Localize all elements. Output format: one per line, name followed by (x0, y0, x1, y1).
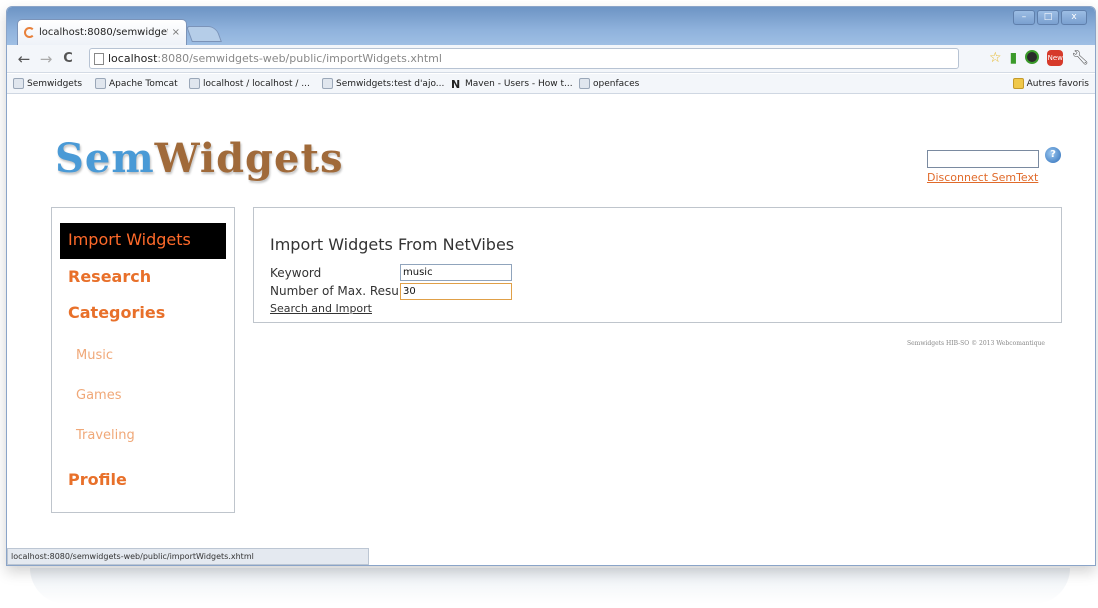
minimize-button[interactable]: – (1013, 10, 1035, 25)
bookmark-label: Semwidgets:test d'ajo... (336, 78, 445, 89)
tab-title: localhost:8080/semwidgets-w (39, 27, 168, 38)
sidebar-item-categories[interactable]: Categories (68, 303, 165, 322)
sidebar: Import Widgets Research Categories Music… (51, 207, 235, 513)
back-arrow-icon[interactable]: ← (13, 50, 35, 68)
maximize-button[interactable]: □ (1037, 10, 1059, 25)
globe-icon[interactable] (1025, 50, 1040, 64)
bookmark-apache-tomcat[interactable]: Apache Tomcat (95, 78, 178, 89)
new-tab-button[interactable] (186, 26, 222, 42)
sidebar-subitem-games[interactable]: Games (76, 388, 121, 403)
new-badge-icon[interactable]: New (1047, 50, 1064, 66)
semwidgets-favicon (13, 78, 24, 89)
n-icon: N (451, 78, 461, 91)
reload-icon[interactable]: C (57, 51, 79, 66)
navigation-toolbar: ← → C localhost:8080/semwidgets-web/publ… (7, 45, 1095, 73)
forward-arrow-icon[interactable]: → (35, 50, 57, 68)
page-icon (579, 78, 590, 89)
folder-icon (1012, 78, 1024, 89)
tomcat-icon (95, 78, 106, 89)
semwidgets-favicon (322, 78, 333, 89)
logo-sem: Sem (55, 135, 155, 182)
site-search-input[interactable] (927, 150, 1039, 168)
bookmark-label: Apache Tomcat (109, 78, 178, 89)
bookmark-semwidgets[interactable]: Semwidgets (13, 78, 82, 89)
tab-close-icon[interactable]: × (172, 27, 180, 38)
extension-icons: ☆ ▮ New 🔧︎ (989, 50, 1089, 66)
title-bar: localhost:8080/semwidgets-w × – □ x (7, 7, 1095, 45)
logo-widgets: Widgets (154, 135, 344, 182)
browser-tab[interactable]: localhost:8080/semwidgets-w × (17, 19, 187, 45)
sidebar-item-research[interactable]: Research (68, 267, 151, 286)
address-bar[interactable]: localhost:8080/semwidgets-web/public/imp… (89, 48, 959, 69)
other-bookmarks-label: Autres favoris (1026, 78, 1089, 89)
bookmark-label: Semwidgets (27, 78, 83, 89)
signal-bars-icon[interactable]: ▮ (1010, 50, 1018, 66)
sidebar-subitem-music[interactable]: Music (76, 348, 113, 363)
bookmark-label: localhost / localhost / ... (203, 78, 310, 89)
page-icon (94, 52, 104, 65)
bookmark-openfaces[interactable]: openfaces (579, 78, 639, 89)
semwidgets-favicon (24, 27, 35, 38)
import-panel: Import Widgets From NetVibes Keyword mus… (253, 207, 1062, 323)
sidebar-subitem-traveling[interactable]: Traveling (76, 428, 135, 443)
url-host: localhost (108, 52, 158, 65)
keyword-input[interactable]: music (400, 264, 512, 281)
bookmark-semwidgets-test[interactable]: Semwidgets:test d'ajo... (322, 78, 444, 89)
footer-text: Semwidgets HIB-SO © 2013 Webcomantique (907, 340, 1045, 347)
search-and-import-link[interactable]: Search and Import (270, 302, 372, 315)
page-title: Import Widgets From NetVibes (270, 235, 515, 254)
disconnect-link[interactable]: Disconnect SemText (927, 171, 1038, 184)
sidebar-item-profile[interactable]: Profile (68, 470, 127, 489)
sidebar-item-import-widgets[interactable]: Import Widgets (60, 223, 226, 259)
star-icon[interactable]: ☆ (989, 50, 1002, 66)
close-window-button[interactable]: x (1061, 10, 1087, 25)
window-reflection (30, 568, 1070, 604)
window-controls: – □ x (1013, 10, 1087, 25)
bookmark-label: Maven - Users - How t... (465, 78, 573, 89)
search-icon[interactable]: ? (1045, 147, 1061, 163)
keyword-label: Keyword (270, 266, 322, 280)
bookmark-maven[interactable]: N Maven - Users - How t... (451, 78, 573, 91)
bookmark-localhost[interactable]: localhost / localhost / ... (189, 78, 310, 89)
url-path: :8080/semwidgets-web/public/importWidget… (157, 52, 442, 65)
max-results-input[interactable]: 30 (400, 283, 512, 300)
phpmyadmin-icon (189, 78, 200, 89)
wrench-icon[interactable]: 🔧︎ (1071, 50, 1089, 66)
bookmarks-bar: Semwidgets Apache Tomcat localhost / loc… (7, 74, 1095, 94)
other-bookmarks[interactable]: Autres favoris (1012, 78, 1089, 89)
semwidgets-logo[interactable]: SemWidgets (55, 135, 343, 182)
browser-window: localhost:8080/semwidgets-w × – □ x ← → … (6, 6, 1096, 566)
bookmark-label: openfaces (593, 78, 640, 89)
max-results-label: Number of Max. Results (270, 284, 414, 298)
status-bar: localhost:8080/semwidgets-web/public/imp… (7, 548, 369, 565)
